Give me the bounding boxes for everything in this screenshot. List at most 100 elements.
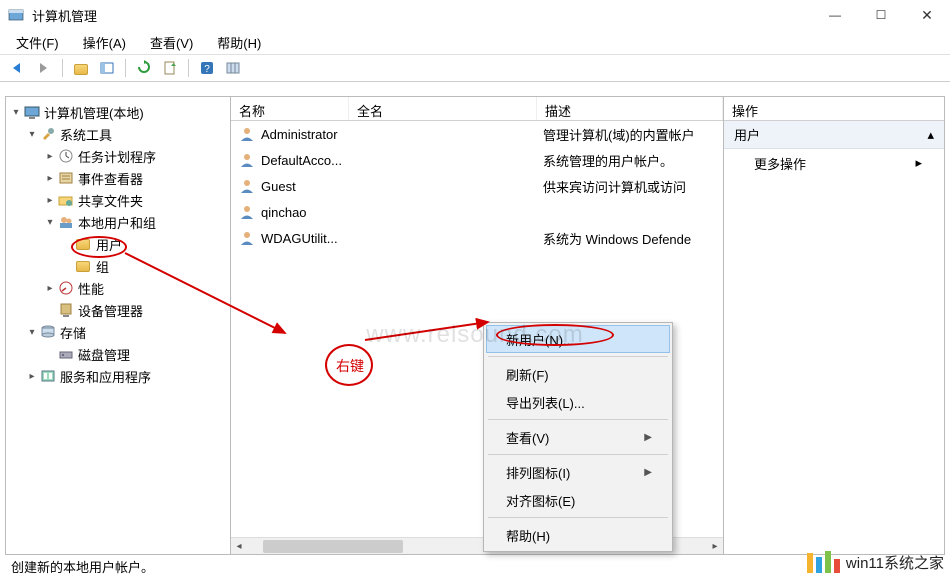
menu-help[interactable]: 帮助(H) [205,31,273,54]
expand-icon[interactable]: ▸ [44,195,56,206]
tree-label: 事件查看器 [78,169,143,188]
cm-view[interactable]: 查看(V) ▶ [486,423,670,451]
menu-file[interactable]: 文件(F) [4,31,71,54]
user-icon [239,230,255,246]
users-groups-icon [58,214,74,230]
expand-icon[interactable]: ▸ [26,371,38,382]
cm-label: 对齐图标(E) [506,491,575,510]
cm-new-user[interactable]: 新用户(N)... [486,325,670,353]
expand-icon[interactable]: ▸ [44,173,56,184]
shared-folders-icon [58,192,74,208]
collapse-icon[interactable]: ▾ [44,217,56,228]
tree-label: 用户 [96,235,122,254]
tree-performance[interactable]: ▸ 性能 [8,277,228,299]
user-icon [239,178,255,194]
cm-export-list[interactable]: 导出列表(L)... [486,388,670,416]
list-item[interactable]: WDAGUtilit... 系统为 Windows Defende [231,225,723,251]
services-icon [40,368,56,384]
window-buttons: — ☐ ✕ [812,0,950,30]
expand-icon[interactable]: ▸ [44,283,56,294]
tree-shared-folders[interactable]: ▸ 共享文件夹 [8,189,228,211]
cm-label: 帮助(H) [506,526,550,545]
list-item[interactable]: Guest 供来宾访问计算机或访问 [231,173,723,199]
tree-label: 任务计划程序 [78,147,156,166]
cm-label: 排列图标(I) [506,463,570,482]
toolbar-separator [188,59,189,77]
cm-label: 新用户(N)... [506,330,574,349]
user-description: 系统管理的用户帐户。 [543,151,723,170]
menu-view[interactable]: 查看(V) [138,31,205,54]
scroll-thumb[interactable] [263,540,403,553]
titlebar: 计算机管理 — ☐ ✕ [0,0,950,30]
refresh-button[interactable] [132,57,156,79]
cm-arrange-icons[interactable]: 排列图标(I) ▶ [486,458,670,486]
list-item[interactable]: qinchao [231,199,723,225]
tree-device-manager[interactable]: 设备管理器 [8,299,228,321]
collapse-icon[interactable]: ▾ [26,129,38,140]
list-item[interactable]: DefaultAcco... 系统管理的用户帐户。 [231,147,723,173]
chevron-right-icon: ▶ [644,432,652,443]
list-item[interactable]: Administrator 管理计算机(域)的内置帐户 [231,121,723,147]
tree-services-apps[interactable]: ▸ 服务和应用程序 [8,365,228,387]
tree-label: 共享文件夹 [78,191,143,210]
cm-label: 查看(V) [506,428,549,447]
menubar: 文件(F) 操作(A) 查看(V) 帮助(H) [0,30,950,54]
tree-local-users-groups[interactable]: ▾ 本地用户和组 [8,211,228,233]
cm-align-icons[interactable]: 对齐图标(E) [486,486,670,514]
tree-event-viewer[interactable]: ▸ 事件查看器 [8,167,228,189]
tree-groups[interactable]: 组 [8,255,228,277]
scroll-left-icon[interactable]: ◂ [231,541,247,552]
forward-button[interactable] [32,57,56,79]
tree: ▾ 计算机管理(本地) ▾ 系统工具 ▸ 任务计划程序 ▸ 事件查看器 ▸ [8,101,228,387]
tree-label: 设备管理器 [78,301,143,320]
folder-icon [76,258,92,274]
performance-icon [58,280,74,296]
up-button[interactable] [69,57,93,79]
expand-icon[interactable]: ▸ [44,151,56,162]
cm-separator [488,454,668,455]
actions-more[interactable]: 更多操作 ▸ [724,149,944,177]
columns-button[interactable] [221,57,245,79]
maximize-button[interactable]: ☐ [858,0,904,30]
menu-action[interactable]: 操作(A) [71,31,138,54]
scroll-right-icon[interactable]: ▸ [707,541,723,552]
column-fullname[interactable]: 全名 [349,97,537,120]
brand-badge: win11系统之家 [807,551,944,573]
clock-icon [58,148,74,164]
brand-bars-icon [807,551,840,573]
tree-users[interactable]: 用户 [8,233,228,255]
tree-disk-management[interactable]: 磁盘管理 [8,343,228,365]
tree-label: 存储 [60,323,86,342]
actions-pane: 操作 用户 ▴ 更多操作 ▸ [724,97,944,554]
user-description: 管理计算机(域)的内置帐户 [543,125,723,144]
user-icon [239,152,255,168]
cm-refresh[interactable]: 刷新(F) [486,360,670,388]
tree-storage[interactable]: ▾ 存储 [8,321,228,343]
cm-help[interactable]: 帮助(H) [486,521,670,549]
collapse-icon[interactable]: ▾ [26,327,38,338]
collapse-icon[interactable]: ▾ [10,107,22,118]
chevron-right-icon: ▸ [915,155,922,171]
tree-task-scheduler[interactable]: ▸ 任务计划程序 [8,145,228,167]
tree-root[interactable]: ▾ 计算机管理(本地) [8,101,228,123]
back-button[interactable] [6,57,30,79]
close-button[interactable]: ✕ [904,0,950,30]
chevron-right-icon: ▶ [644,467,652,478]
user-name: Guest [261,179,355,194]
minimize-button[interactable]: — [812,0,858,30]
tree-label: 性能 [78,279,104,298]
user-name: WDAGUtilit... [261,231,355,246]
tree-system-tools[interactable]: ▾ 系统工具 [8,123,228,145]
show-hide-button[interactable] [95,57,119,79]
export-button[interactable] [158,57,182,79]
cm-separator [488,356,668,357]
disk-icon [58,346,74,362]
cm-label: 导出列表(L)... [506,393,585,412]
svg-text:?: ? [204,64,210,75]
actions-section-users[interactable]: 用户 ▴ [724,121,944,149]
column-description[interactable]: 描述 [537,97,723,120]
tools-icon [40,126,56,142]
help-button[interactable]: ? [195,57,219,79]
column-name[interactable]: 名称 [231,97,349,120]
toolbar-separator [62,59,63,77]
